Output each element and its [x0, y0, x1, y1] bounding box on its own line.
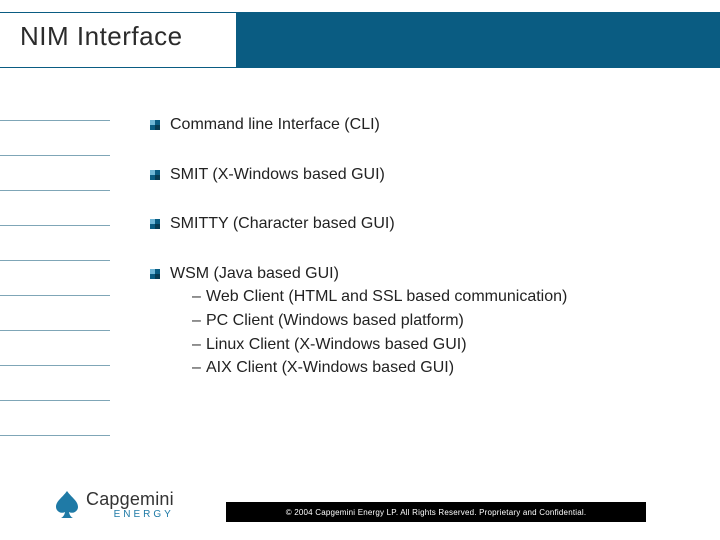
dash-icon: –	[192, 357, 206, 379]
bullet-icon	[150, 269, 160, 279]
content-area: Command line Interface (CLI) SMIT (X-Win…	[150, 114, 680, 379]
sub-bullet-list: – Web Client (HTML and SSL based communi…	[192, 286, 567, 378]
bullet-icon	[150, 170, 160, 180]
title-cell: NIM Interface	[0, 13, 236, 67]
bullet-text: SMIT (X-Windows based GUI)	[170, 164, 385, 186]
rule-line	[0, 190, 110, 191]
slide-title: NIM Interface	[20, 21, 236, 52]
sub-bullet-item: – Web Client (HTML and SSL based communi…	[192, 286, 567, 308]
bullet-item: SMITTY (Character based GUI)	[150, 213, 680, 235]
sub-bullet-text: Linux Client (X-Windows based GUI)	[206, 334, 467, 356]
left-rule-decor	[0, 120, 110, 470]
rule-line	[0, 330, 110, 331]
logo-brand: Capgemini	[86, 490, 174, 508]
slide: NIM Interface Command line Interface (CL…	[0, 0, 720, 540]
sub-bullet-text: AIX Client (X-Windows based GUI)	[206, 357, 454, 379]
bullet-text: WSM (Java based GUI)	[170, 265, 339, 282]
rule-line	[0, 155, 110, 156]
sub-bullet-text: Web Client (HTML and SSL based communica…	[206, 286, 567, 308]
bullet-text: Command line Interface (CLI)	[170, 114, 380, 136]
sub-bullet-item: – Linux Client (X-Windows based GUI)	[192, 334, 567, 356]
bullet-body: WSM (Java based GUI) – Web Client (HTML …	[170, 263, 567, 379]
bullet-icon	[150, 120, 160, 130]
rule-line	[0, 225, 110, 226]
footer: Capgemini ENERGY © 2004 Capgemini Energy…	[0, 482, 720, 540]
logo-subline: ENERGY	[86, 510, 174, 520]
rule-line	[0, 295, 110, 296]
dash-icon: –	[192, 334, 206, 356]
rule-line	[0, 365, 110, 366]
sub-bullet-item: – AIX Client (X-Windows based GUI)	[192, 357, 567, 379]
rule-line	[0, 260, 110, 261]
bullet-item: WSM (Java based GUI) – Web Client (HTML …	[150, 263, 680, 379]
copyright-bar: © 2004 Capgemini Energy LP. All Rights R…	[226, 502, 646, 522]
copyright-text: © 2004 Capgemini Energy LP. All Rights R…	[286, 508, 587, 517]
dash-icon: –	[192, 310, 206, 332]
bullet-icon	[150, 219, 160, 229]
sub-bullet-text: PC Client (Windows based platform)	[206, 310, 464, 332]
brand-logo: Capgemini ENERGY	[54, 490, 174, 520]
dash-icon: –	[192, 286, 206, 308]
rule-line	[0, 435, 110, 436]
sub-bullet-item: – PC Client (Windows based platform)	[192, 310, 567, 332]
title-bar: NIM Interface	[0, 12, 720, 68]
rule-line	[0, 400, 110, 401]
bullet-item: SMIT (X-Windows based GUI)	[150, 164, 680, 186]
spade-icon	[54, 490, 80, 520]
title-bar-accent	[236, 13, 720, 67]
logo-text: Capgemini ENERGY	[86, 490, 174, 520]
bullet-item: Command line Interface (CLI)	[150, 114, 680, 136]
bullet-text: SMITTY (Character based GUI)	[170, 213, 395, 235]
logo-brand-a: Capgemini	[86, 489, 174, 509]
rule-line	[0, 120, 110, 121]
